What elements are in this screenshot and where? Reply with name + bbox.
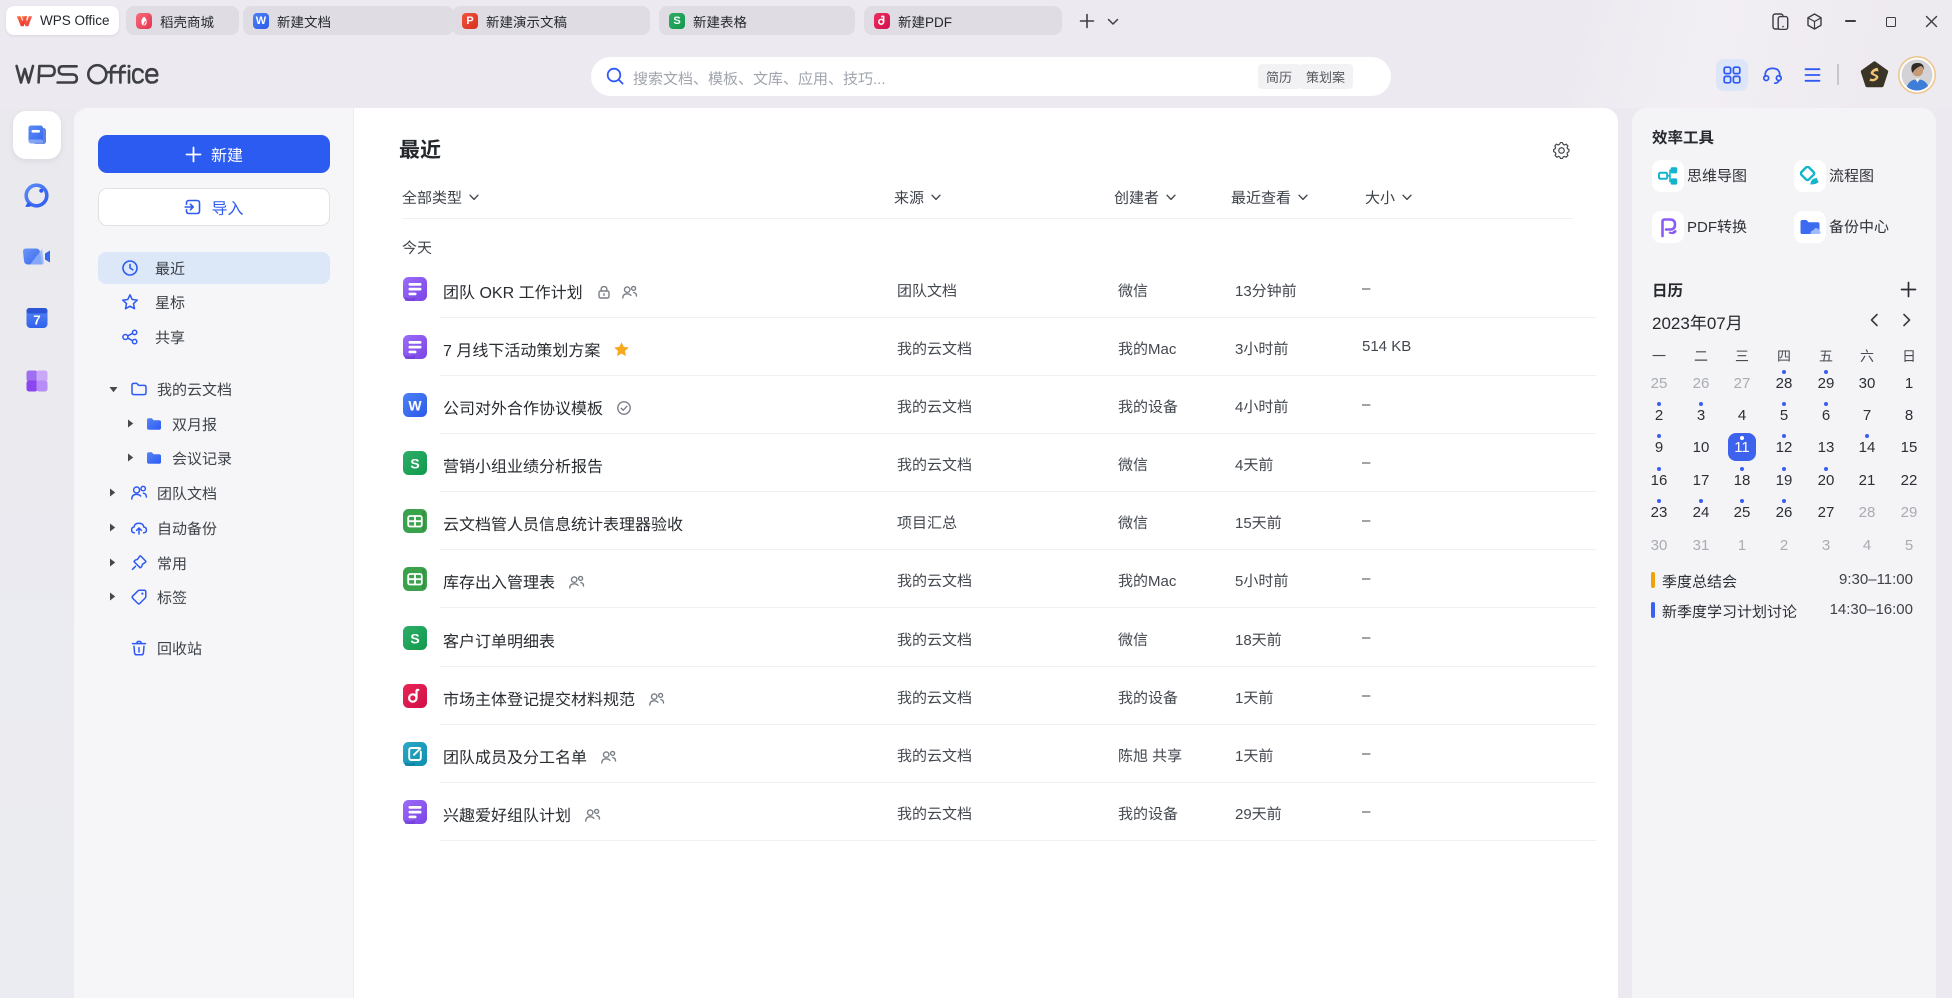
svg-text:S: S: [410, 456, 419, 472]
svg-text:W: W: [408, 398, 422, 414]
svg-text:7: 7: [33, 313, 40, 328]
svg-text:S: S: [410, 631, 419, 647]
